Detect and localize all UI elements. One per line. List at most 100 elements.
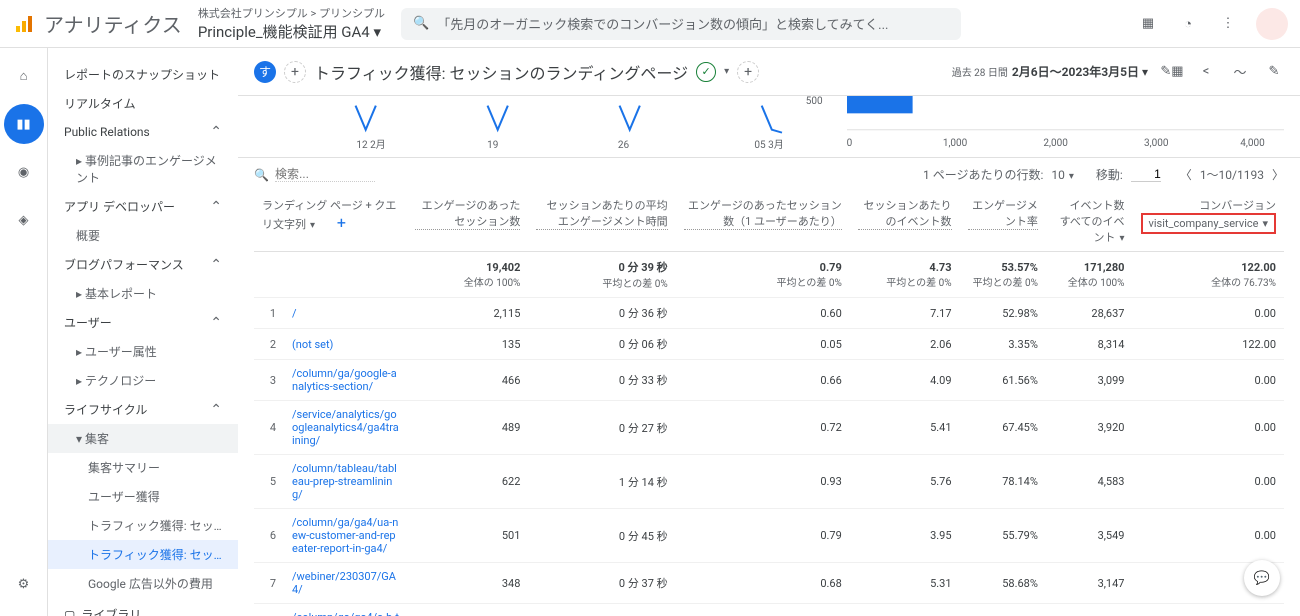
goto-input[interactable] <box>1131 167 1161 182</box>
table-search-input[interactable] <box>275 167 375 182</box>
more-icon[interactable]: ⋮ <box>1216 12 1240 36</box>
next-page-button[interactable]: 〉 <box>1272 166 1284 183</box>
cell: 7.17 <box>850 298 960 329</box>
row-index: 8 <box>254 604 284 616</box>
x-tick: 12 2月 <box>356 136 385 151</box>
cell: 1 分 14 秒 <box>528 455 675 509</box>
landing-page[interactable]: /service/analytics/googleanalytics4/ga4t… <box>284 401 407 455</box>
sidebar-acq-user[interactable]: ユーザー獲得 <box>48 482 238 511</box>
col-conversions[interactable]: コンバージョンvisit_company_service ▾ <box>1132 191 1284 252</box>
rail-explore-icon[interactable]: ◉ <box>4 152 44 192</box>
table-row[interactable]: 2 (not set) 135 0 分 06 秒 0.05 2.06 3.35%… <box>254 329 1284 360</box>
sidebar-acq-summary[interactable]: 集客サマリー <box>48 453 238 482</box>
sidebar-snapshot[interactable]: レポートのスナップショット <box>48 60 238 89</box>
date-range-picker[interactable]: 過去 28 日間2月6日～2023年3月5日 ▾ <box>952 63 1148 80</box>
landing-page[interactable]: / <box>284 298 407 329</box>
insights-icon[interactable]: 〜 <box>1230 62 1250 82</box>
col-engaged-per-user[interactable]: エンゲージのあったセッション数（1 ユーザーあたり） <box>676 191 850 252</box>
avatar[interactable] <box>1256 8 1288 40</box>
sidebar-user-tech[interactable]: ▸ テクノロジー <box>48 366 238 395</box>
sidebar-group-lifecycle[interactable]: ライフサイクル⌃ <box>48 395 238 424</box>
sidebar-pr-sub[interactable]: ▸ 事例記事のエンゲージメント <box>48 146 238 192</box>
sidebar-acq-traffic2[interactable]: トラフィック獲得: セッショ... <box>48 540 238 569</box>
sidebar-group-pr[interactable]: Public Relations⌃ <box>48 118 238 146</box>
cell: 0.00 <box>1132 604 1284 616</box>
cell: 501 <box>407 509 528 563</box>
events-filter[interactable]: すべてのイベント <box>1060 215 1125 244</box>
settings-icon[interactable]: ⚙ <box>4 564 44 604</box>
property-selector[interactable]: Principle_機能検証用 GA4 ▾ <box>198 21 385 42</box>
apps-icon[interactable]: ▦ <box>1136 12 1160 36</box>
row-index: 6 <box>254 509 284 563</box>
sidebar-acquisition[interactable]: ▾ 集客 <box>48 424 238 453</box>
rail-reports-icon[interactable]: ▮▮ <box>4 104 44 144</box>
table-row[interactable]: 1 / 2,115 0 分 36 秒 0.60 7.17 52.98% 28,6… <box>254 298 1284 329</box>
sidebar-blog-sub[interactable]: ▸ 基本レポート <box>48 279 238 308</box>
cell: 489 <box>407 401 528 455</box>
landing-page[interactable]: /column/ga/ga4/a-b-testing-tool-after-go… <box>284 604 407 616</box>
feedback-button[interactable]: 💬 <box>1244 560 1280 596</box>
dimension-selector[interactable]: ランディング ページ + クエリ文字列 <box>262 199 396 231</box>
sidebar-library[interactable]: ▢ ライブラリ <box>48 598 238 616</box>
chevron-up-icon: ⌃ <box>210 402 222 418</box>
sidebar-appdev-sub[interactable]: 概要 <box>48 221 238 250</box>
table-row[interactable]: 5 /column/tableau/tableau-prep-streamlin… <box>254 455 1284 509</box>
col-engaged-sessions[interactable]: エンゲージのあったセッション数 <box>407 191 528 252</box>
sidebar-group-user[interactable]: ユーザー⌃ <box>48 308 238 337</box>
landing-page[interactable]: (not set) <box>284 329 407 360</box>
sidebar-acq-traffic1[interactable]: トラフィック獲得: セッショ... <box>48 511 238 540</box>
sidebar-group-blog[interactable]: ブログパフォーマンス⌃ <box>48 250 238 279</box>
landing-page[interactable]: /column/tableau/tableau-prep-streamlinin… <box>284 455 407 509</box>
cell: 0.00 <box>1132 401 1284 455</box>
table-row[interactable]: 6 /column/ga/ga4/ua-new-customer-and-rep… <box>254 509 1284 563</box>
edit-icon[interactable]: ✎ <box>1264 62 1284 82</box>
add-dimension-button[interactable]: + <box>337 213 346 232</box>
cell: 3.95 <box>850 509 960 563</box>
landing-page[interactable]: /column/ga/google-analytics-section/ <box>284 360 407 401</box>
cell: 0.66 <box>676 360 850 401</box>
sidebar-group-appdev[interactable]: アプリ デベロッパー⌃ <box>48 192 238 221</box>
x-tick: 26 <box>618 140 629 151</box>
segment-badge[interactable]: す <box>254 61 276 83</box>
landing-page[interactable]: /column/ga/ga4/ua-new-customer-and-repea… <box>284 509 407 563</box>
table-search[interactable]: 🔍 <box>254 167 911 182</box>
landing-page[interactable]: /webiner/230307/GA4/ <box>284 563 407 604</box>
sidebar-realtime[interactable]: リアルタイム <box>48 89 238 118</box>
col-events-per-session[interactable]: セッションあたりのイベント数 <box>850 191 960 252</box>
prev-page-button[interactable]: 〈 <box>1180 166 1192 183</box>
sidebar-acq-google[interactable]: Google 広告以外の費用 <box>48 569 238 598</box>
cell: 3.35% <box>960 329 1046 360</box>
dropdown-icon[interactable]: ▾ <box>724 66 729 77</box>
y-tick: 500 <box>806 96 823 107</box>
sidebar-user-attr[interactable]: ▸ ユーザー属性 <box>48 337 238 366</box>
customize-icon[interactable]: ✎▦ <box>1162 62 1182 82</box>
rows-select[interactable]: 10 <box>1051 168 1074 182</box>
table-row[interactable]: 7 /webiner/230307/GA4/ 348 0 分 37 秒 0.68… <box>254 563 1284 604</box>
rail-home-icon[interactable]: ⌂ <box>4 56 44 96</box>
cell: 0.00 <box>1132 298 1284 329</box>
col-avg-engagement-time[interactable]: セッションあたりの平均エンゲージメント時間 <box>528 191 675 252</box>
add-comparison-button[interactable]: + <box>737 61 759 83</box>
cell: 135 <box>407 329 528 360</box>
chevron-up-icon: ⌃ <box>210 315 222 331</box>
table-row[interactable]: 4 /service/analytics/googleanalytics4/ga… <box>254 401 1284 455</box>
cell: 4.09 <box>850 360 960 401</box>
rail-advertising-icon[interactable]: ◈ <box>4 200 44 240</box>
x-tick: 0 <box>847 138 853 149</box>
table-row[interactable]: 8 /column/ga/ga4/a-b-testing-tool-after-… <box>254 604 1284 616</box>
col-engagement-rate[interactable]: エンゲージメント率 <box>960 191 1046 252</box>
col-events[interactable]: イベント数すべてのイベント <box>1046 191 1133 252</box>
add-segment-button[interactable]: + <box>284 61 306 83</box>
check-icon[interactable]: ✓ <box>696 62 716 82</box>
cell: 5.41 <box>850 401 960 455</box>
cell: 0.72 <box>676 401 850 455</box>
conversion-filter[interactable]: visit_company_service ▾ <box>1141 213 1276 234</box>
cell: 5.31 <box>850 563 960 604</box>
help-icon[interactable]: ◔ <box>1176 12 1200 36</box>
row-index: 4 <box>254 401 284 455</box>
breadcrumb[interactable]: 株式会社プリンシプル > プリンシプル <box>198 5 385 21</box>
row-index: 7 <box>254 563 284 604</box>
table-row[interactable]: 3 /column/ga/google-analytics-section/ 4… <box>254 360 1284 401</box>
global-search[interactable]: 🔍 「先月のオーガニック検索でのコンバージョン数の傾向」と検索してみてく... <box>401 8 961 40</box>
share-icon[interactable]: < <box>1196 62 1216 82</box>
